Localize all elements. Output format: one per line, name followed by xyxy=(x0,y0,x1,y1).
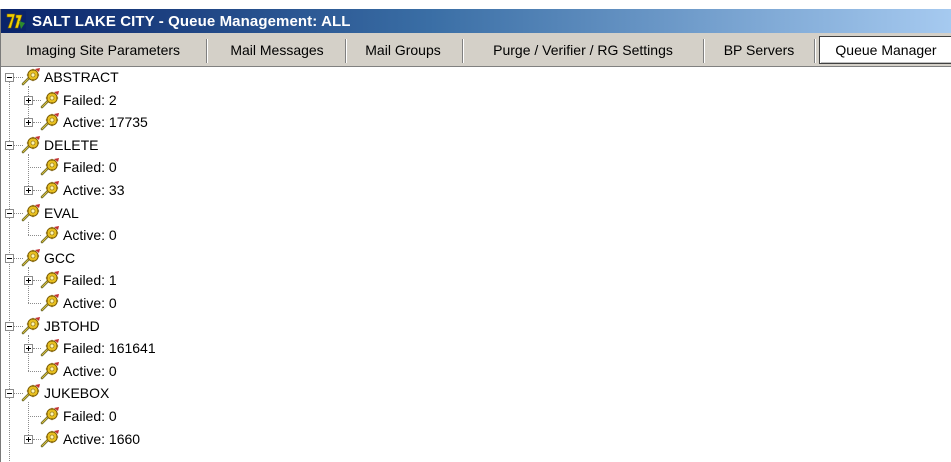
tab-purge-verifier-rg-settings[interactable]: Purge / Verifier / RG Settings xyxy=(468,37,698,63)
collapse-toggle-icon[interactable] xyxy=(5,389,14,399)
gear-icon xyxy=(21,248,40,267)
expand-toggle-icon[interactable] xyxy=(24,118,33,128)
tab-bp-servers[interactable]: BP Servers xyxy=(708,37,810,63)
window-title: SALT LAKE CITY - Queue Management: ALL xyxy=(32,12,351,30)
expand-toggle-icon[interactable] xyxy=(24,95,33,105)
queue-tree[interactable]: ABSTRACT Failed: 2 Active: 17735 DELETE Fail… xyxy=(1,67,951,462)
tab-queue-manager[interactable]: Queue Manager xyxy=(819,36,951,64)
tree-connector xyxy=(9,82,10,462)
gear-icon xyxy=(21,384,40,402)
gear-icon xyxy=(21,316,40,334)
gear-icon xyxy=(40,407,59,425)
tab-mail-groups[interactable]: Mail Groups xyxy=(351,37,455,63)
queue-name: ABSTRACT xyxy=(44,69,119,85)
gear-icon xyxy=(40,158,59,176)
queue-status: Active: 17735 xyxy=(63,114,148,131)
expand-toggle-icon[interactable] xyxy=(24,186,33,195)
queue-status: Failed: 161641 xyxy=(63,340,156,357)
gear-icon xyxy=(40,113,59,131)
tab-divider xyxy=(703,39,705,63)
tab-divider xyxy=(345,39,347,63)
collapse-toggle-icon[interactable] xyxy=(5,208,14,218)
tree-connector xyxy=(28,402,29,439)
collapse-toggle-icon[interactable] xyxy=(5,73,14,82)
tree-connector xyxy=(28,221,29,236)
queue-status: Active: 33 xyxy=(63,182,125,198)
tab-divider xyxy=(206,39,208,63)
gear-icon xyxy=(40,429,59,447)
tab-divider xyxy=(462,39,464,63)
gear-icon xyxy=(40,294,59,312)
queue-status: Failed: 2 xyxy=(63,91,117,108)
queue-name: JUKEBOX xyxy=(44,385,110,402)
tab-bar: Imaging Site Parameters Mail Messages Ma… xyxy=(1,33,951,67)
app-logo-icon xyxy=(4,11,26,31)
queue-status: Active: 1660 xyxy=(63,430,141,447)
gear-icon xyxy=(40,339,59,357)
queue-name: JBTOHD xyxy=(44,317,100,334)
tab-imaging-site-parameters[interactable]: Imaging Site Parameters xyxy=(5,37,201,63)
queue-status: Failed: 0 xyxy=(63,408,117,424)
queue-name: GCC xyxy=(44,249,76,266)
tree-connector xyxy=(28,153,29,190)
collapse-toggle-icon[interactable] xyxy=(5,140,14,150)
queue-name: DELETE xyxy=(44,136,99,153)
title-bar: SALT LAKE CITY - Queue Management: ALL xyxy=(1,9,951,33)
queue-name: EVAL xyxy=(44,204,79,221)
tab-mail-messages[interactable]: Mail Messages xyxy=(213,37,341,63)
queue-management-window: SALT LAKE CITY - Queue Management: ALL I… xyxy=(0,9,951,462)
queue-status: Active: 0 xyxy=(63,227,117,244)
queue-status: Failed: 0 xyxy=(63,159,117,176)
gear-icon xyxy=(40,226,59,244)
expand-toggle-icon[interactable] xyxy=(24,276,33,286)
gear-icon xyxy=(40,181,59,199)
gear-icon xyxy=(40,90,59,108)
queue-status: Failed: 1 xyxy=(63,272,117,289)
gear-icon xyxy=(21,68,40,86)
gear-icon xyxy=(40,361,59,380)
tab-divider xyxy=(814,39,816,63)
gear-icon xyxy=(21,203,40,221)
gear-icon xyxy=(40,271,59,289)
collapse-toggle-icon[interactable] xyxy=(5,321,14,331)
queue-status: Active: 0 xyxy=(63,362,117,379)
gear-icon xyxy=(21,135,40,154)
collapse-toggle-icon[interactable] xyxy=(5,253,14,263)
expand-toggle-icon[interactable] xyxy=(24,344,33,354)
expand-toggle-icon[interactable] xyxy=(24,434,33,444)
queue-status: Active: 0 xyxy=(63,295,117,311)
